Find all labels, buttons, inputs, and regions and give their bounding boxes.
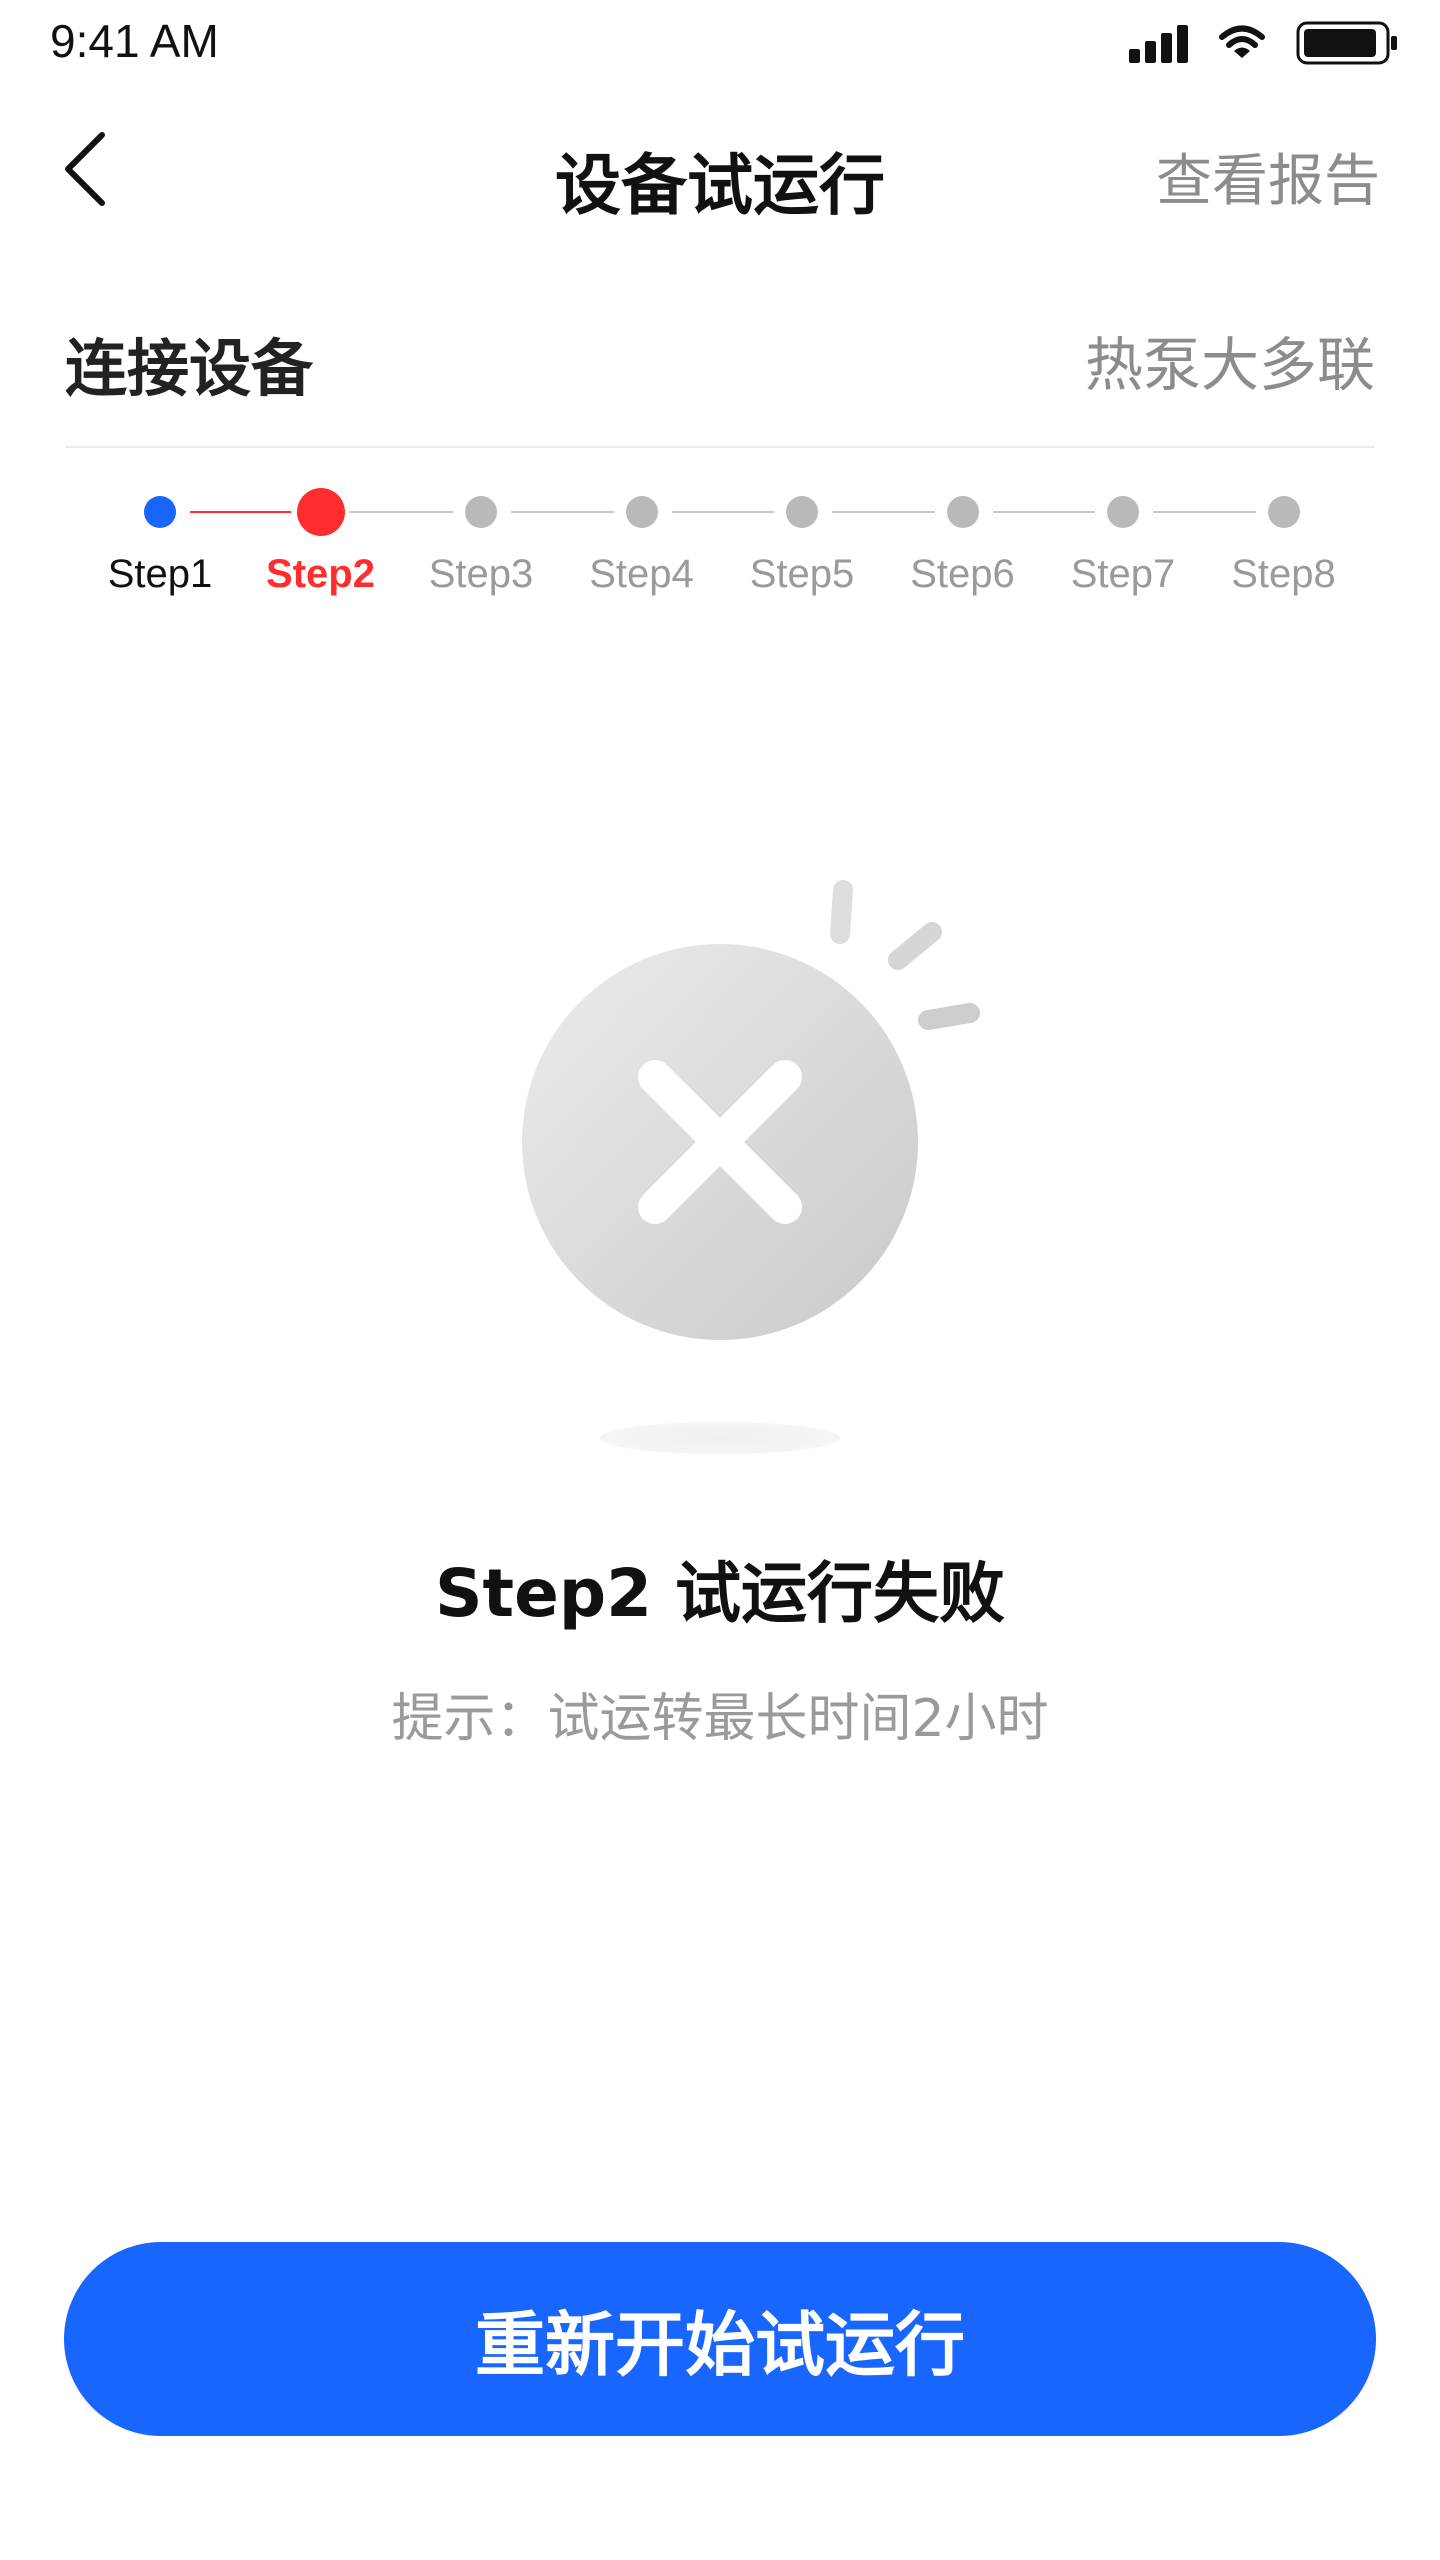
step-connector: [671, 511, 774, 513]
view-report-link[interactable]: 查看报告: [1156, 136, 1380, 217]
wifi-icon: [1218, 24, 1266, 62]
restart-test-run-button[interactable]: 重新开始试运行: [64, 2242, 1376, 2436]
status-time: 9:41 AM: [50, 15, 219, 67]
step-connector: [511, 511, 614, 513]
step-label-6: Step6: [910, 552, 1015, 596]
signal-icon: [1129, 23, 1188, 63]
step-progress: Step1 Step2 Step3 Step4 Step5 Step6 Step7 Step8: [0, 480, 1440, 620]
failure-status-text: Step2 试运行失败: [435, 1555, 1005, 1632]
nav-bar: 设备试运行 查看报告: [0, 84, 1440, 256]
step-dot-3: [465, 496, 497, 528]
step-label-3: Step3: [428, 552, 534, 596]
section-title: 连接设备: [65, 332, 314, 405]
step-label-4: Step4: [589, 552, 694, 596]
step-connector: [992, 511, 1095, 513]
step-dot-4: [625, 496, 658, 528]
step-dot-5: [786, 496, 818, 528]
step-label-5: Step5: [749, 552, 855, 596]
status-bar: 9:41 AM: [0, 0, 1440, 84]
step-dot-7: [1107, 496, 1139, 528]
step-label-2: Step2: [266, 552, 375, 596]
hint-text: 提示：试运转最长时间2小时: [391, 1689, 1049, 1749]
burst-lines: [830, 880, 980, 1030]
close-circle-icon: [522, 944, 918, 1340]
step-dot-8: [1267, 496, 1300, 528]
step-connector: [1153, 511, 1256, 513]
battery-icon: [1296, 20, 1400, 66]
device-type-label: 热泵大多联: [1084, 331, 1375, 399]
step-label-1: Step1: [107, 552, 213, 596]
step-label-7: Step7: [1070, 552, 1176, 596]
step-connector: [832, 511, 935, 513]
step-connector: [348, 511, 453, 513]
illustration-shadow: [600, 1422, 840, 1454]
step-dot-1: [144, 496, 176, 528]
step-label-8: Step8: [1231, 552, 1336, 596]
step-dot-2: [296, 488, 345, 536]
step-connector: [190, 511, 291, 513]
failure-illustration: [500, 870, 1020, 1470]
section-header: 连接设备 热泵大多联: [65, 256, 1375, 448]
status-icons: [1129, 18, 1400, 68]
step-dot-6: [946, 496, 979, 528]
